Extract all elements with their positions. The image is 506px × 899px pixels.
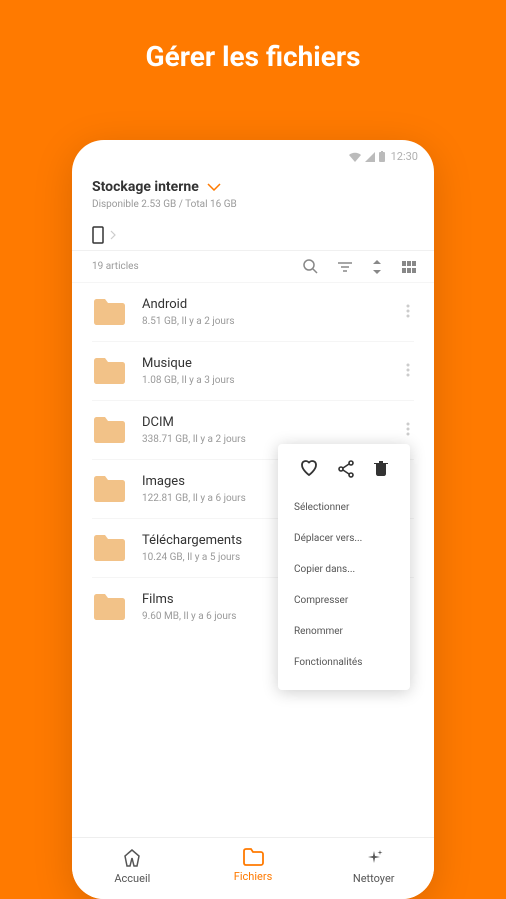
nav-home[interactable]: Accueil <box>72 848 193 885</box>
file-name: Musique <box>142 356 402 371</box>
list-item[interactable]: Musique 1.08 GB, Il y a 3 jours <box>92 342 414 401</box>
trash-icon[interactable] <box>374 460 388 476</box>
bottom-nav: Accueil Fichiers Nettoyer <box>72 837 434 899</box>
toolbar: 19 articles <box>72 251 434 283</box>
nav-label: Nettoyer <box>353 872 395 885</box>
filter-icon[interactable] <box>338 261 352 273</box>
folder-icon <box>92 298 126 326</box>
nav-files[interactable]: Fichiers <box>193 848 314 885</box>
wifi-icon <box>349 152 361 162</box>
share-icon[interactable] <box>338 460 354 478</box>
more-button[interactable] <box>402 417 414 444</box>
status-bar: 12:30 <box>72 140 434 169</box>
file-name: DCIM <box>142 415 402 430</box>
menu-select[interactable]: Sélectionner <box>278 492 410 523</box>
nav-label: Accueil <box>114 872 150 885</box>
folder-nav-icon <box>242 848 264 866</box>
nav-label: Fichiers <box>234 870 272 883</box>
chevron-right-icon <box>110 230 116 240</box>
menu-features[interactable]: Fonctionnalités <box>278 647 410 678</box>
menu-copy[interactable]: Copier dans... <box>278 554 410 585</box>
sparkle-icon <box>364 848 384 868</box>
folder-icon <box>92 534 126 562</box>
sort-icon[interactable] <box>372 260 382 274</box>
folder-icon <box>92 416 126 444</box>
article-count: 19 articles <box>92 261 303 272</box>
search-icon[interactable] <box>303 259 318 274</box>
storage-dropdown[interactable]: Stockage interne <box>72 169 434 199</box>
context-menu: Sélectionner Déplacer vers... Copier dan… <box>278 444 410 690</box>
menu-move[interactable]: Déplacer vers... <box>278 523 410 554</box>
file-meta: 1.08 GB, Il y a 3 jours <box>142 375 402 386</box>
more-button[interactable] <box>402 358 414 385</box>
device-icon <box>92 226 104 244</box>
more-vertical-icon <box>406 422 410 436</box>
battery-icon <box>379 151 385 162</box>
signal-icon <box>365 152 375 162</box>
folder-icon <box>92 475 126 503</box>
chevron-down-icon <box>207 183 221 191</box>
more-button[interactable] <box>402 299 414 326</box>
grid-icon[interactable] <box>402 261 416 273</box>
status-time: 12:30 <box>391 150 418 163</box>
nav-clean[interactable]: Nettoyer <box>313 848 434 885</box>
folder-icon <box>92 357 126 385</box>
page-title: Gérer les fichiers <box>0 0 506 103</box>
folder-icon <box>92 593 126 621</box>
file-meta: 8.51 GB, Il y a 2 jours <box>142 316 402 327</box>
storage-subtitle: Disponible 2.53 GB / Total 16 GB <box>72 199 434 220</box>
file-name: Android <box>142 297 402 312</box>
more-vertical-icon <box>406 363 410 377</box>
breadcrumb[interactable] <box>72 220 434 251</box>
home-icon <box>122 848 142 868</box>
list-item[interactable]: Android 8.51 GB, Il y a 2 jours <box>92 283 414 342</box>
heart-icon[interactable] <box>300 460 318 476</box>
menu-rename[interactable]: Renommer <box>278 616 410 647</box>
menu-compress[interactable]: Compresser <box>278 585 410 616</box>
more-vertical-icon <box>406 304 410 318</box>
storage-title: Stockage interne <box>92 179 199 195</box>
